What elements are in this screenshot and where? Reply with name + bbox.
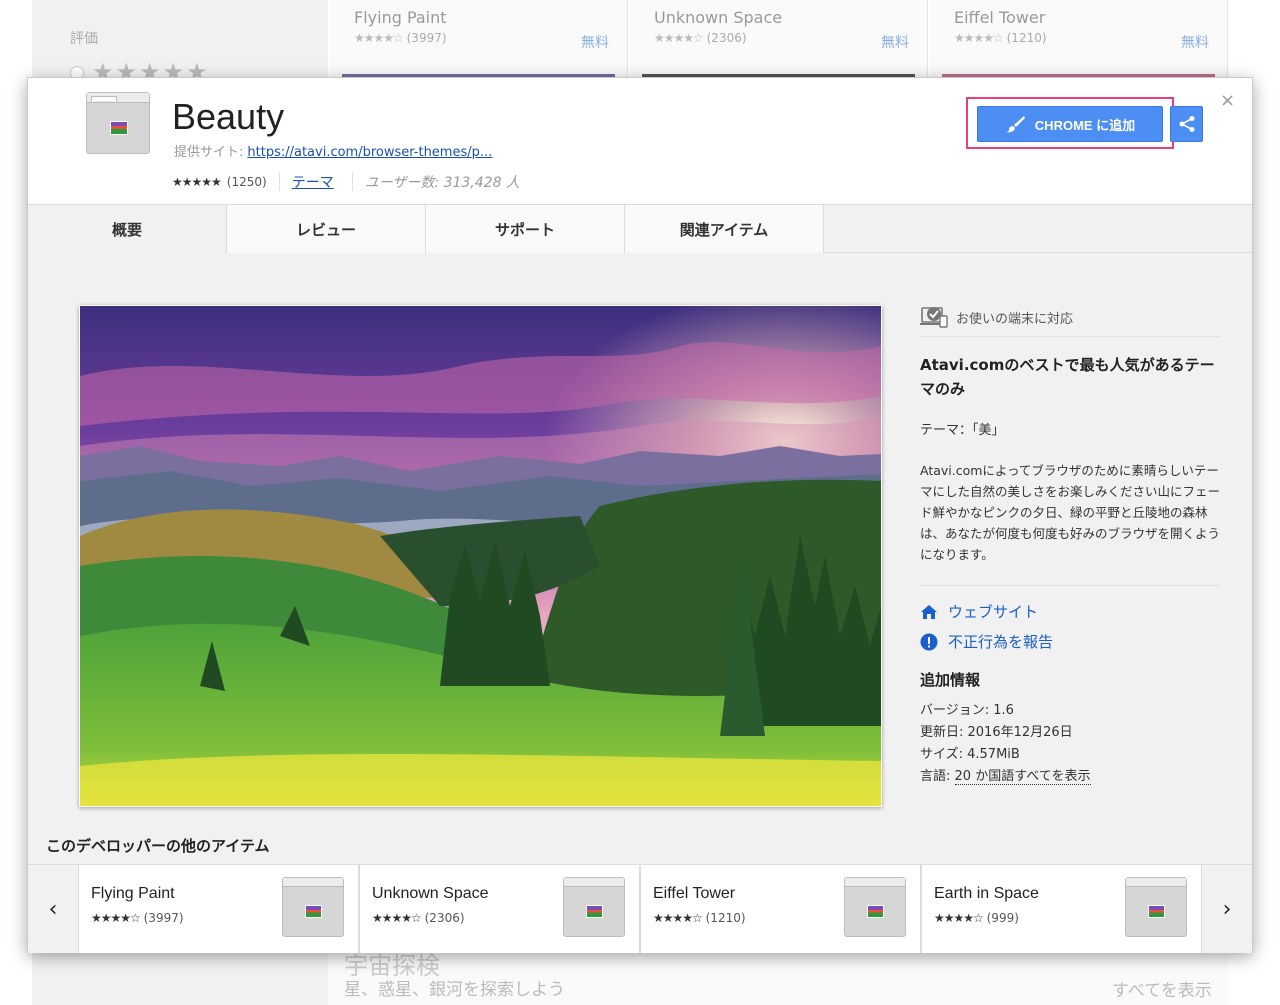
tab-overview[interactable]: 概要 <box>28 205 227 254</box>
share-icon <box>1179 116 1194 132</box>
carousel-item[interactable]: Unknown Space ★★★★☆ (2306) <box>359 865 640 953</box>
bg-item-name: Eiffel Tower <box>954 8 1046 27</box>
carousel-item-stars: ★★★★☆ <box>91 911 141 925</box>
updated-date: 更新日: 2016年12月26日 <box>920 725 1073 740</box>
carousel-item[interactable]: Earth in Space ★★★★☆ (999) <box>921 865 1202 953</box>
theme-icon <box>282 877 344 937</box>
tab-related[interactable]: 関連アイテム <box>625 205 824 253</box>
divider <box>351 173 353 191</box>
carousel-item[interactable]: Flying Paint ★★★★☆ (3997) <box>78 865 359 953</box>
divider <box>920 585 1220 586</box>
bg-item-name: Flying Paint <box>354 8 447 27</box>
chevron-left-icon[interactable]: ‹ <box>28 865 78 953</box>
item-meta: ★★★★★ (1250) テーマ ユーザー数: 313,428 人 <box>172 172 520 192</box>
headline: Atavi.comのベストで最も人気があるテーマのみ <box>920 356 1215 398</box>
bg-item-stars: ★★★★☆ <box>954 31 1004 45</box>
bg-item-count: (2306) <box>706 31 747 45</box>
tab-bar: 概要 レビュー サポート 関連アイテム <box>28 205 1252 254</box>
additional-info-heading: 追加情報 <box>920 671 981 689</box>
carousel-item-name: Earth in Space <box>934 885 1039 902</box>
landscape-image <box>80 306 881 806</box>
provider-line: 提供サイト: https://atavi.com/browser-themes/p… <box>174 141 492 160</box>
carousel-item-count: (2306) <box>424 911 465 925</box>
rating-filter-label: 評価 <box>70 31 98 47</box>
compatibility: お使いの端末に対応 <box>920 305 1073 329</box>
brush-icon <box>1005 116 1025 133</box>
divider <box>278 173 280 191</box>
rating-count[interactable]: (1250) <box>227 175 267 189</box>
home-icon <box>921 604 937 619</box>
theme-icon <box>86 92 150 154</box>
theme-name: テーマ：「美」 <box>920 423 1005 438</box>
carousel-item-stars: ★★★★☆ <box>372 911 422 925</box>
bg-item-price: 無料 <box>881 35 909 51</box>
carousel-item-count: (999) <box>986 911 1019 925</box>
bg-item-card[interactable]: Unknown Space ★★★★☆ (2306) 無料 <box>630 0 928 78</box>
carousel-item-name: Flying Paint <box>91 885 175 902</box>
device-check-icon <box>920 307 948 328</box>
bg-item-card[interactable]: Eiffel Tower ★★★★☆ (1210) 無料 <box>930 0 1228 78</box>
more-from-developer-title: このデベロッパーの他のアイテム <box>46 837 270 855</box>
carousel-item-count: (3997) <box>143 911 184 925</box>
size: サイズ: 4.57MiB <box>920 747 1020 762</box>
theme-screenshot[interactable] <box>79 305 882 807</box>
user-count: ユーザー数: 313,428 人 <box>364 175 520 191</box>
bg-item-count: (1210) <box>1006 31 1047 45</box>
carousel-item-count: (1210) <box>705 911 746 925</box>
carousel-item-stars: ★★★★☆ <box>653 911 703 925</box>
developer-items-carousel: ‹ Flying Paint ★★★★☆ (3997) Unknown Spac… <box>28 864 1252 953</box>
bg-view-all-link[interactable]: すべてを表示 <box>1112 976 1212 1001</box>
bg-item-card[interactable]: Flying Paint ★★★★☆ (3997) 無料 <box>330 0 628 78</box>
version: バージョン: 1.6 <box>920 703 1014 718</box>
report-label: 不正行為を報告 <box>948 633 1054 651</box>
report-abuse-link[interactable]: 不正行為を報告 <box>920 631 1053 652</box>
compat-text: お使いの端末に対応 <box>956 311 1074 327</box>
provider-link[interactable]: https://atavi.com/browser-themes/p... <box>247 145 492 160</box>
category-link[interactable]: テーマ <box>292 172 334 192</box>
bg-item-stars: ★★★★☆ <box>654 31 704 45</box>
bg-section-subtitle: 星、惑星、銀河を探索しよう <box>344 980 565 1000</box>
carousel-item[interactable]: Eiffel Tower ★★★★☆ (1210) <box>640 865 921 953</box>
bg-item-stars: ★★★★☆ <box>354 31 404 45</box>
bg-item-name: Unknown Space <box>654 8 783 27</box>
carousel-item-name: Eiffel Tower <box>653 885 736 902</box>
dialog-header: Beauty 提供サイト: https://atavi.com/browser-t… <box>28 78 1252 205</box>
item-detail-dialog: Beauty 提供サイト: https://atavi.com/browser-t… <box>27 77 1253 953</box>
tab-support[interactable]: サポート <box>426 205 625 253</box>
languages: 言語: 20 か国語すべてを表示 <box>920 765 1091 785</box>
bg-item-price: 無料 <box>581 35 609 51</box>
alert-icon <box>920 633 938 650</box>
carousel-item-stars: ★★★★☆ <box>934 911 984 925</box>
rating-stars: ★★★★★ <box>172 175 222 189</box>
description: Atavi.comによってブラウザのために素晴らしいテーマにした自然の美しさをお… <box>920 463 1221 562</box>
chevron-right-icon[interactable]: › <box>1202 865 1252 953</box>
website-label: ウェブサイト <box>948 603 1039 621</box>
website-link[interactable]: ウェブサイト <box>920 601 1038 622</box>
theme-icon <box>1125 877 1187 937</box>
bg-item-price: 無料 <box>1181 35 1209 51</box>
provider-label: 提供サイト: <box>174 145 244 160</box>
theme-icon <box>563 877 625 937</box>
carousel-item-name: Unknown Space <box>372 885 489 902</box>
bg-item-count: (3997) <box>406 31 447 45</box>
share-button[interactable] <box>1170 106 1203 142</box>
language-label: 言語: <box>920 769 955 784</box>
divider <box>920 336 1220 337</box>
add-button-label: CHROME に追加 <box>1034 117 1136 133</box>
theme-icon <box>844 877 906 937</box>
close-icon[interactable]: × <box>1220 90 1235 111</box>
all-languages-link[interactable]: 20 か国語すべてを表示 <box>954 769 1091 785</box>
tab-reviews[interactable]: レビュー <box>227 205 426 253</box>
item-title: Beauty <box>172 96 285 137</box>
add-to-chrome-button[interactable]: CHROME に追加 <box>977 106 1163 142</box>
